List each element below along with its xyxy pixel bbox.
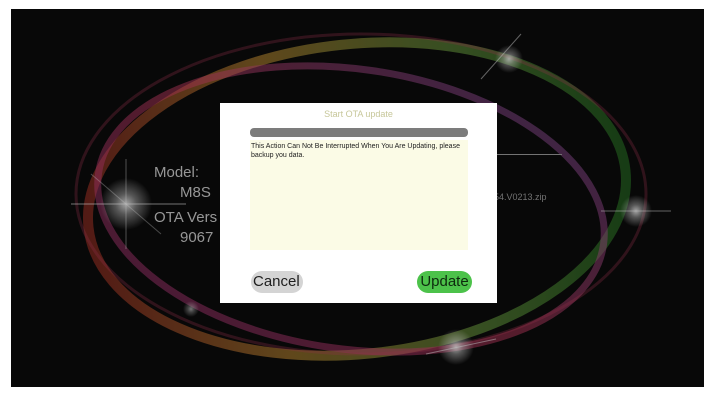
dialog-title: Start OTA update <box>324 109 393 119</box>
warning-message: This Action Can Not Be Interrupted When … <box>251 143 460 159</box>
update-button[interactable]: Update <box>417 271 472 293</box>
message-area: This Action Can Not Be Interrupted When … <box>250 140 468 250</box>
cancel-button[interactable]: Cancel <box>251 271 303 293</box>
ota-update-dialog: Start OTA update This Action Can Not Be … <box>220 103 497 303</box>
update-progress-bar <box>250 128 468 137</box>
tv-screen: Model: M8S OTA Vers 9067 54.V0213.zip St… <box>11 9 704 387</box>
